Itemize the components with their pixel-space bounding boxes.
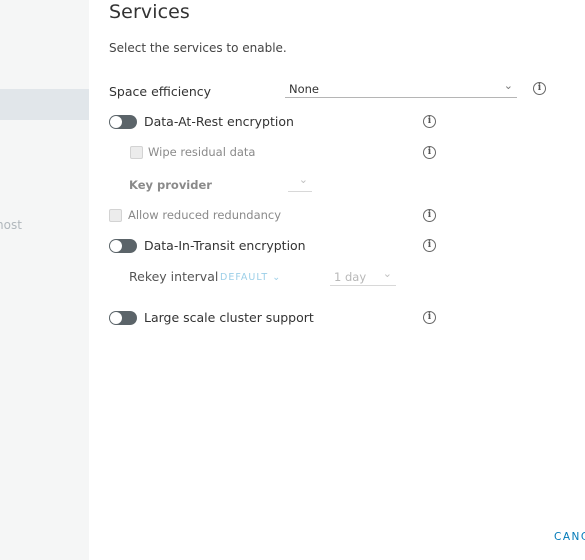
chevron-down-icon: ⌄ — [382, 267, 392, 280]
data-at-rest-label: Data-At-Rest encryption — [144, 114, 294, 129]
wipe-residual-label: Wipe residual data — [148, 145, 256, 159]
toggle-knob — [110, 312, 122, 324]
wipe-residual-checkbox[interactable] — [130, 146, 143, 159]
rekey-default-label: DEFAULT — [220, 272, 269, 283]
info-icon[interactable]: i — [423, 209, 436, 222]
space-efficiency-label: Space efficiency — [109, 84, 212, 99]
data-in-transit-toggle[interactable] — [109, 239, 137, 253]
chevron-down-icon: ⌄ — [298, 173, 308, 186]
space-efficiency-select[interactable]: None ⌄ — [285, 79, 517, 98]
chevron-down-icon: ⌄ — [272, 272, 282, 283]
allow-reduced-redundancy-label: Allow reduced redundancy — [128, 208, 282, 222]
info-icon[interactable]: i — [423, 311, 436, 324]
rekey-default-button[interactable]: DEFAULT ⌄ — [220, 272, 281, 283]
data-in-transit-label: Data-In-Transit encryption — [144, 238, 306, 253]
toggle-knob — [110, 116, 122, 128]
wizard-sidebar: host — [0, 0, 89, 560]
large-scale-toggle[interactable] — [109, 311, 137, 325]
key-provider-select[interactable]: ⌄ — [288, 173, 312, 192]
services-panel: Services Select the services to enable. … — [109, 0, 585, 560]
key-provider-label: Key provider — [129, 178, 212, 192]
info-icon[interactable]: i — [423, 146, 436, 159]
allow-reduced-redundancy-checkbox[interactable] — [109, 209, 122, 222]
rekey-interval-select[interactable]: 1 day ⌄ — [330, 267, 396, 286]
toggle-knob — [110, 240, 122, 252]
wizard-step-active[interactable] — [0, 89, 89, 120]
data-at-rest-toggle[interactable] — [109, 115, 137, 129]
wizard-step-label[interactable]: host — [0, 218, 89, 232]
rekey-interval-value: 1 day — [334, 270, 367, 284]
info-icon[interactable]: i — [423, 239, 436, 252]
space-efficiency-value: None — [289, 82, 320, 96]
chevron-down-icon: ⌄ — [503, 79, 513, 92]
page-subtitle: Select the services to enable. — [109, 41, 287, 55]
page-title: Services — [109, 1, 190, 23]
large-scale-label: Large scale cluster support — [144, 310, 314, 325]
cancel-button[interactable]: CANCEL — [554, 531, 585, 543]
info-icon[interactable]: i — [423, 115, 436, 128]
rekey-interval-label: Rekey interval — [129, 269, 219, 284]
info-icon[interactable]: i — [533, 82, 546, 95]
